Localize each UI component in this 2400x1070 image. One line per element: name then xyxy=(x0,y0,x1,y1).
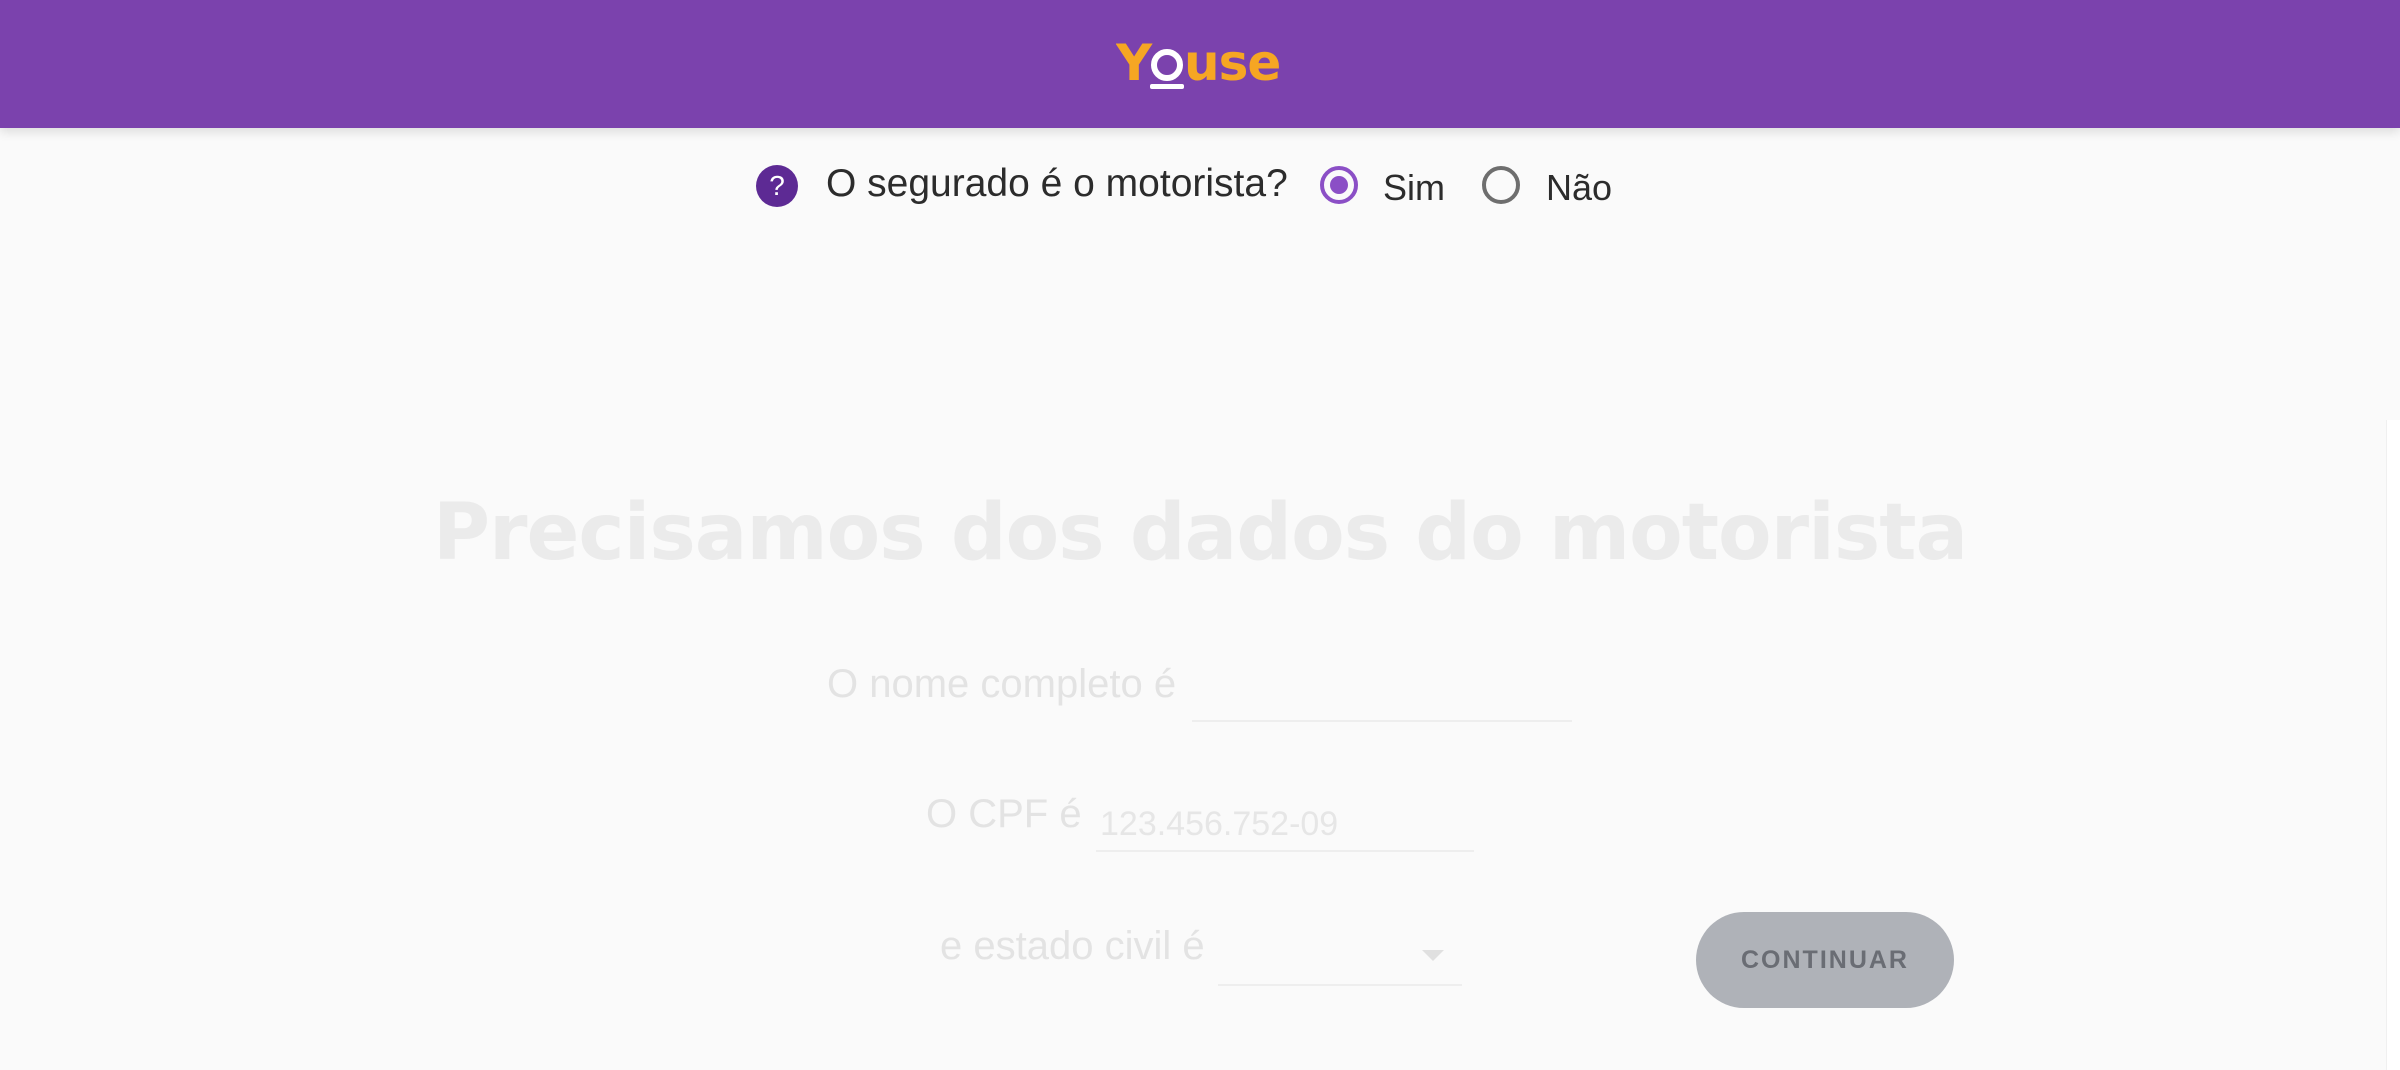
logo-wordmark: Y xyxy=(1116,36,1153,92)
radio-nao-label[interactable]: Não xyxy=(1546,167,1612,209)
full-name-label: O nome completo é xyxy=(827,662,1177,706)
form-title: Precisamos dos dados do motorista xyxy=(432,488,1968,578)
help-icon[interactable]: ? xyxy=(756,165,798,207)
cpf-label: O CPF é xyxy=(926,792,1082,836)
continue-button[interactable]: CONTINUAR xyxy=(1696,912,1954,1008)
top-header: Y use xyxy=(0,0,2400,128)
svg-text:use: use xyxy=(1184,36,1280,92)
cpf-input[interactable] xyxy=(1096,798,1474,852)
marital-status-label: e estado civil é xyxy=(940,924,1205,968)
radio-nao[interactable] xyxy=(1482,166,1520,204)
chevron-down-icon xyxy=(1422,950,1444,961)
logo-graphic: Y use xyxy=(1115,34,1281,92)
insured-is-driver-question: ? O segurado é o motorista? Sim Não xyxy=(0,150,2400,230)
radio-sim[interactable] xyxy=(1320,166,1358,204)
scrollbar-track[interactable] xyxy=(2386,420,2400,1070)
youse-logo[interactable]: Y use xyxy=(1115,34,1284,92)
radio-sim-label[interactable]: Sim xyxy=(1383,167,1445,209)
question-label: O segurado é o motorista? xyxy=(826,162,1288,205)
full-name-input[interactable] xyxy=(1192,668,1572,722)
